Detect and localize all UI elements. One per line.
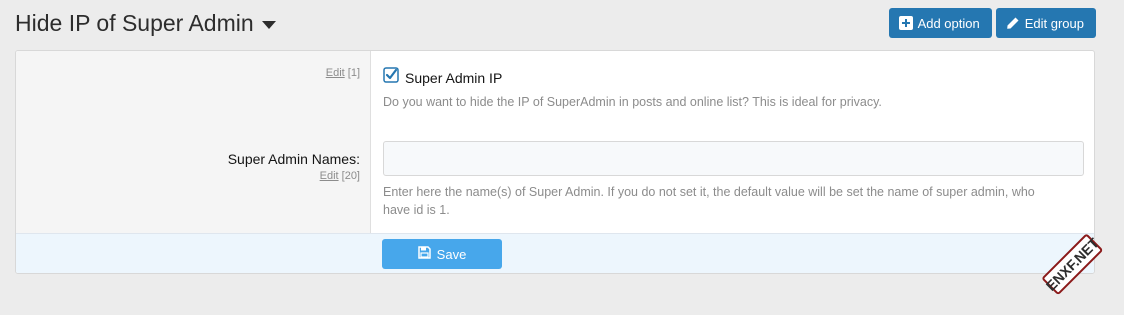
page-header: Hide IP of Super Admin Add option Edit g… [15,8,1096,40]
page-title[interactable]: Hide IP of Super Admin [15,10,276,37]
super-admin-names-input[interactable] [383,141,1084,176]
checkbox-checked-icon[interactable] [383,67,399,88]
super-admin-ip-checkbox[interactable]: Super Admin IP [383,67,502,88]
super-admin-names-edit-link[interactable]: Edit [320,170,339,182]
super-admin-ip-order: [1] [347,67,360,79]
super-admin-names-hint-line1: Enter here the name(s) of Super Admin. I… [383,185,1035,199]
header-buttons: Add option Edit group [888,8,1096,38]
super-admin-ip-edit-link[interactable]: Edit [326,67,345,79]
super-admin-ip-edit-meta: Edit [1] [326,67,360,79]
svg-text:ENXF.NET: ENXF.NET [1043,234,1102,293]
page-title-text: Hide IP of Super Admin [15,10,254,36]
super-admin-ip-label-area: Edit [1] [326,67,360,79]
super-admin-ip-hint: Do you want to hide the IP of SuperAdmin… [383,95,882,109]
options-form: Edit [1] Super Admin Names: Edit [20] Su… [15,50,1095,274]
super-admin-names-order: [20] [341,170,360,182]
plus-square-icon [898,16,913,30]
add-option-button[interactable]: Add option [888,8,992,38]
form-footer: Save [16,233,1094,273]
edit-group-label: Edit group [1024,15,1084,31]
save-button[interactable]: Save [382,239,502,269]
super-admin-names-label-area: Super Admin Names: Edit [20] [228,151,360,182]
super-admin-names-label: Super Admin Names: [227,151,360,167]
pencil-icon [1006,16,1020,30]
save-label: Save [436,246,467,262]
super-admin-names-edit-meta: Edit [20] [228,170,360,182]
super-admin-names-hint-line2: have id is 1. [383,203,450,217]
enxf-watermark-logo: ENXF.NET [1028,219,1118,311]
edit-group-button[interactable]: Edit group [995,8,1096,38]
super-admin-names-hint: Enter here the name(s) of Super Admin. I… [383,183,1088,219]
add-option-label: Add option [917,15,980,31]
caret-down-icon[interactable] [261,20,276,29]
super-admin-ip-checkbox-label: Super Admin IP [405,69,503,86]
label-column: Edit [1] Super Admin Names: Edit [20] [16,51,371,233]
floppy-disk-icon [417,246,431,262]
